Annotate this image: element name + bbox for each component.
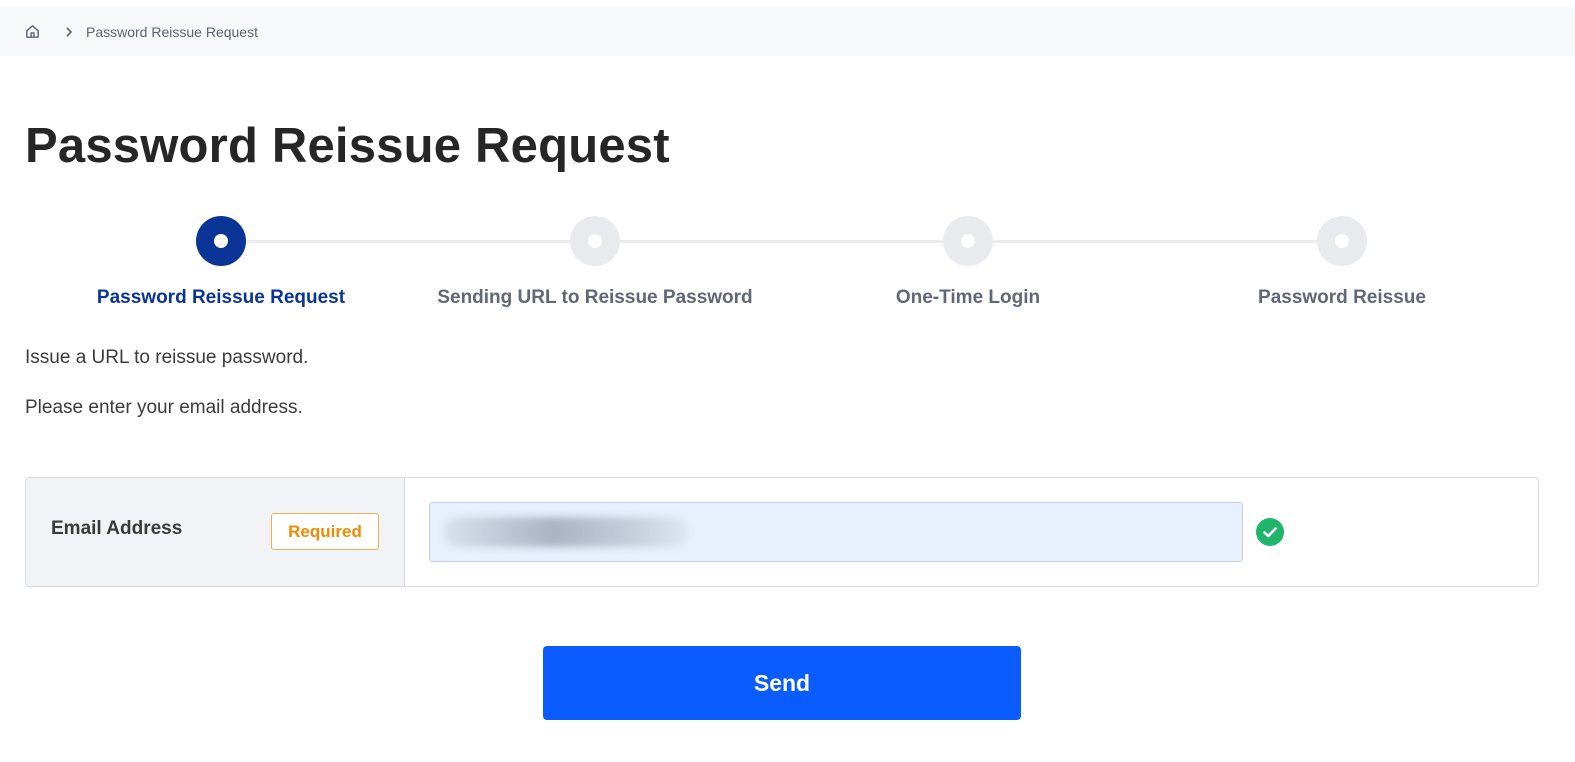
send-button[interactable]: Send xyxy=(543,646,1021,720)
step-label: Password Reissue Request xyxy=(96,287,346,308)
step-label: One-Time Login xyxy=(895,287,1041,308)
step-one-time-login: One-Time Login xyxy=(778,216,1158,309)
password-reissue-page: Password Reissue Request Password Reissu… xyxy=(0,0,1575,762)
step-indicator xyxy=(1317,216,1367,266)
redacted-email-value xyxy=(443,517,689,547)
breadcrumb-current: Password Reissue Request xyxy=(86,23,258,40)
check-circle-icon xyxy=(1256,518,1284,546)
step-label: Password Reissue xyxy=(1258,287,1426,308)
progress-stepper: Password Reissue Request Sending URL to … xyxy=(0,216,1575,316)
step-label: Sending URL to Reissue Password xyxy=(437,287,753,308)
chevron-right-icon xyxy=(63,26,75,38)
required-badge: Required xyxy=(271,513,379,550)
email-form-row: Email Address Required xyxy=(25,477,1539,587)
home-icon[interactable] xyxy=(24,23,41,40)
step-password-reissue: Password Reissue xyxy=(1152,216,1532,309)
email-field-label: Email Address xyxy=(51,518,183,539)
page-title: Password Reissue Request xyxy=(25,119,670,173)
step-indicator xyxy=(943,216,993,266)
step-sending-url: Sending URL to Reissue Password xyxy=(405,216,785,309)
step-indicator xyxy=(570,216,620,266)
step-indicator-active xyxy=(196,216,246,266)
email-input-cell xyxy=(405,478,1538,586)
step-password-reissue-request: Password Reissue Request xyxy=(31,216,411,309)
breadcrumb: Password Reissue Request xyxy=(0,7,1575,56)
instruction-text: Issue a URL to reissue password. xyxy=(25,347,309,368)
email-label-cell: Email Address Required xyxy=(26,478,405,586)
instruction-text: Please enter your email address. xyxy=(25,397,303,418)
